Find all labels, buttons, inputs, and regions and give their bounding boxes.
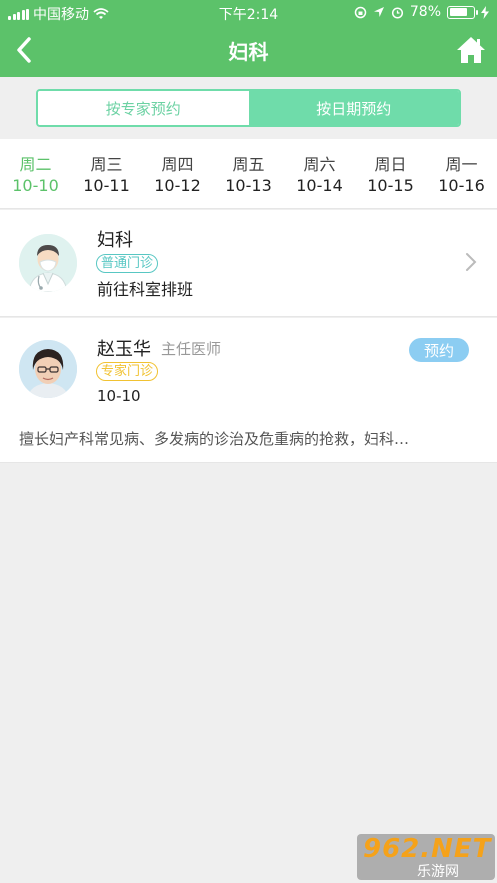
doctor-photo-icon: [19, 340, 77, 398]
date-value: 10-11: [83, 176, 130, 195]
doctor-card: 赵玉华 主任医师 专家门诊 10-10 预约 擅长妇产科常见病、多发病的诊治及危…: [0, 318, 497, 463]
date-value: 10-14: [296, 176, 343, 195]
booking-mode-area: 按专家预约 按日期预约: [0, 77, 497, 139]
battery-level: [449, 8, 468, 16]
date-selector: 周二 10-10 周三 10-11 周四 10-12 周五 10-13 周六 10-14 …: [0, 139, 497, 209]
date-weekday: 周六: [303, 155, 336, 174]
date-value: 10-16: [438, 176, 485, 195]
status-right: 78%: [354, 4, 489, 20]
date-weekday: 周一: [445, 155, 478, 174]
segment-by-date[interactable]: 按日期预约: [248, 91, 459, 125]
watermark-brand: 962.NET: [363, 834, 492, 864]
date-tab-1016[interactable]: 周一 10-16: [426, 139, 497, 208]
department-card[interactable]: 妇科 普通门诊 前往科室排班: [0, 210, 497, 317]
date-tab-1012[interactable]: 周四 10-12: [142, 139, 213, 208]
department-subtitle: 前往科室排班: [97, 280, 194, 299]
battery-icon: [447, 5, 478, 19]
booking-mode-toggle: 按专家预约 按日期预约: [36, 89, 461, 127]
nav-bar: 妇科: [0, 26, 497, 76]
doctor-schedule-date: 10-10: [97, 387, 141, 405]
date-weekday: 周三: [90, 155, 123, 174]
date-tab-1015[interactable]: 周日 10-15: [355, 139, 426, 208]
home-button[interactable]: [453, 32, 489, 68]
doctor-avatar-icon: [19, 234, 77, 292]
segment-by-expert[interactable]: 按专家预约: [38, 91, 249, 125]
date-weekday: 周二: [19, 155, 52, 174]
app-header: 中国移动 下午2:14 78% 妇科: [0, 0, 497, 77]
date-weekday: 周五: [232, 155, 265, 174]
home-icon: [457, 37, 485, 63]
date-tab-1014[interactable]: 周六 10-14: [284, 139, 355, 208]
doctor-title: 主任医师: [161, 340, 222, 358]
location-icon: [373, 7, 384, 17]
date-tab-1010[interactable]: 周二 10-10: [0, 139, 71, 208]
date-weekday: 周日: [374, 155, 407, 174]
date-value: 10-12: [154, 176, 201, 195]
charging-icon: [481, 5, 489, 19]
date-value: 10-15: [367, 176, 414, 195]
department-name: 妇科: [97, 230, 133, 251]
site-watermark: 962.NET 乐游网: [357, 834, 495, 880]
battery-percent: 78%: [409, 4, 441, 20]
alarm-icon: [391, 6, 403, 19]
doctor-placeholder-avatar: [19, 234, 77, 292]
page-title: 妇科: [228, 40, 269, 64]
watermark-sub: 乐游网: [417, 864, 459, 880]
expert-clinic-badge: 专家门诊: [96, 362, 159, 381]
status-bar: 中国移动 下午2:14 78%: [0, 0, 497, 24]
general-clinic-badge: 普通门诊: [96, 254, 159, 273]
doctor-photo: [19, 340, 77, 398]
date-tab-1011[interactable]: 周三 10-11: [71, 139, 142, 208]
rotation-lock-icon: [354, 6, 367, 18]
date-value: 10-10: [12, 176, 59, 195]
chevron-right-icon: [466, 253, 477, 271]
date-value: 10-13: [225, 176, 272, 195]
doctor-description: 擅长妇产科常见病、多发病的诊治及危重病的抢救，妇科…: [19, 430, 410, 448]
date-tab-1013[interactable]: 周五 10-13: [213, 139, 284, 208]
date-weekday: 周四: [161, 155, 194, 174]
doctor-name: 赵玉华: [97, 339, 151, 360]
book-button[interactable]: 预约: [409, 338, 469, 362]
